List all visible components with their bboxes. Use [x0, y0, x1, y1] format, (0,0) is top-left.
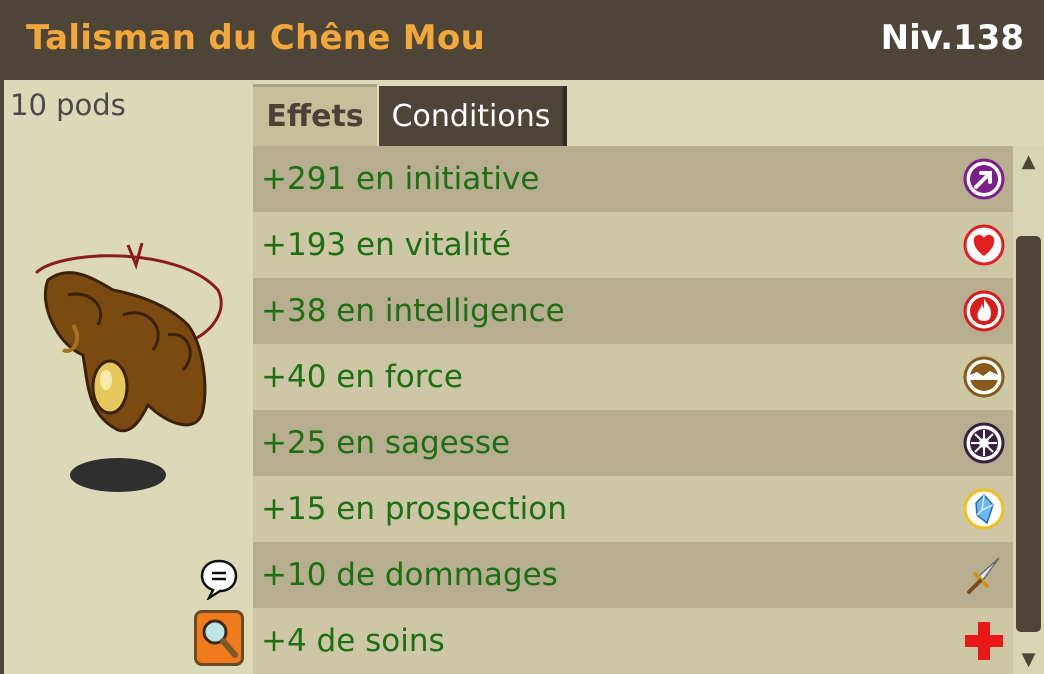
chat-link-button[interactable]	[200, 558, 238, 600]
effects-scrollbar[interactable]: ▲ ▼	[1013, 146, 1044, 674]
inspect-button[interactable]	[194, 610, 244, 666]
effects-list: +291 en initiative +193 en vitalité +38 …	[253, 146, 1013, 674]
effect-text: +25 en sagesse	[261, 425, 511, 461]
effect-text: +38 en intelligence	[261, 293, 565, 329]
effect-row: +38 en intelligence	[253, 278, 1013, 344]
effect-text: +4 de soins	[261, 623, 445, 659]
effect-text: +193 en vitalité	[261, 227, 512, 263]
effect-row: +15 en prospection	[253, 476, 1013, 542]
vitality-heart-icon	[963, 224, 1005, 266]
magnifier-icon	[202, 619, 238, 658]
item-name: Talisman du Chêne Mou	[26, 18, 486, 58]
heals-cross-icon	[965, 622, 1003, 660]
title-bar: Talisman du Chêne Mou Niv.138	[0, 0, 1044, 80]
window-border	[0, 80, 4, 674]
item-weight: 10 pods	[10, 88, 126, 122]
effect-row: +10 de dommages	[253, 542, 1013, 608]
tab-conditions[interactable]: Conditions	[379, 86, 567, 146]
damage-sword-icon	[967, 557, 1000, 594]
effect-row: +291 en initiative	[253, 146, 1013, 212]
scroll-up-arrow-icon[interactable]: ▲	[1013, 146, 1044, 176]
wisdom-icon	[963, 422, 1005, 464]
effect-row: +4 de soins	[253, 608, 1013, 674]
strength-earth-icon	[963, 356, 1005, 398]
scroll-down-arrow-icon[interactable]: ▼	[1013, 644, 1044, 674]
effect-text: +291 en initiative	[261, 161, 540, 197]
initiative-icon	[963, 158, 1005, 200]
effect-row: +25 en sagesse	[253, 410, 1013, 476]
tab-effets[interactable]: Effets	[253, 84, 377, 146]
scrollbar-thumb[interactable]	[1016, 236, 1041, 632]
talisman-item-image	[34, 242, 223, 492]
effect-text: +10 de dommages	[261, 557, 558, 593]
intelligence-fire-icon	[963, 290, 1005, 332]
item-level: Niv.138	[880, 18, 1024, 58]
effect-row: +193 en vitalité	[253, 212, 1013, 278]
effect-text: +40 en force	[261, 359, 463, 395]
effect-row: +40 en force	[253, 344, 1013, 410]
effect-text: +15 en prospection	[261, 491, 567, 527]
prospecting-crystal-icon	[963, 488, 1005, 530]
